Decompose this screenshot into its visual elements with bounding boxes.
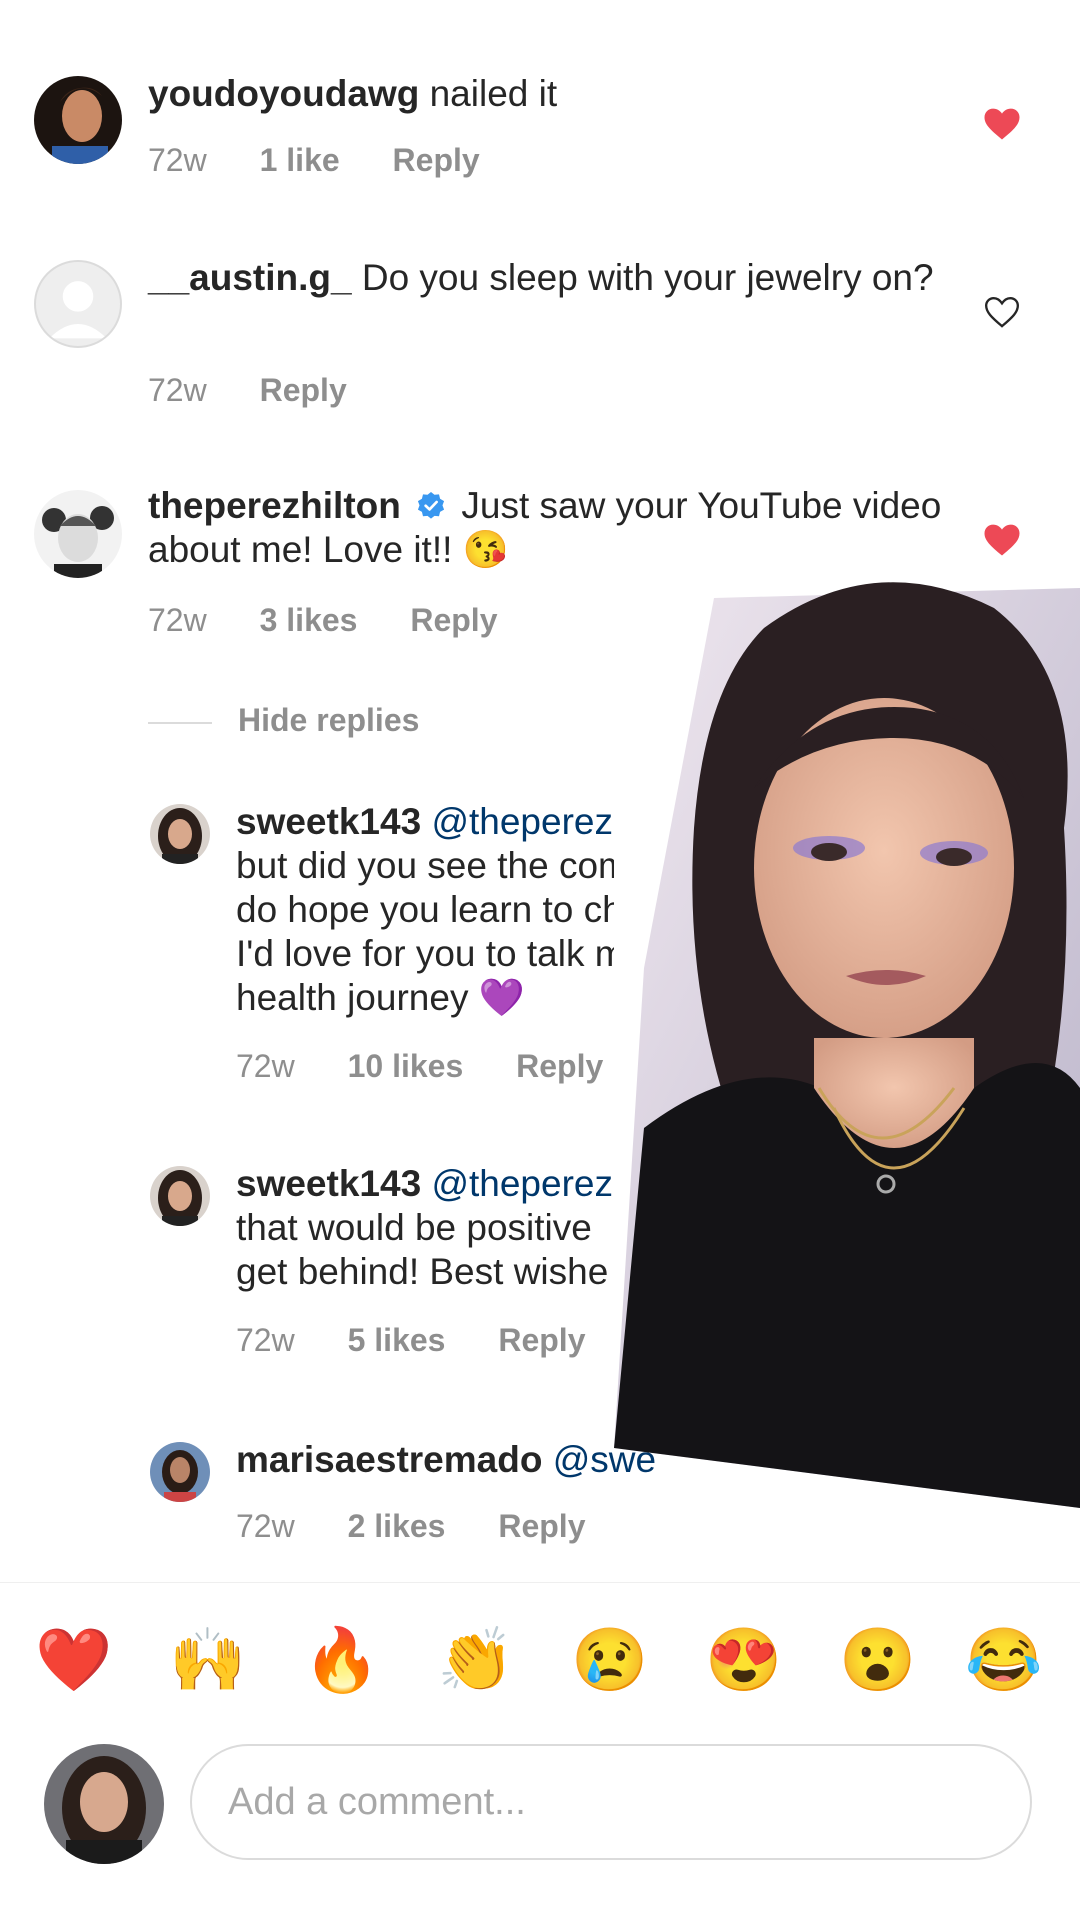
avatar[interactable] [34,76,122,164]
crying-face-emoji-button[interactable]: 😢 [570,1620,650,1700]
comment-meta: 72w 3 likes Reply [148,602,541,639]
comment-line: I'd love for you to talk more [236,933,680,974]
avatar[interactable] [34,260,122,348]
username[interactable]: __austin.g_ [148,257,352,298]
timestamp: 72w [148,602,207,638]
laughing-tears-emoji-button[interactable]: 😂 [964,1620,1044,1700]
username[interactable]: youdoyoudawg [148,73,419,114]
video-overlay-image [614,568,1080,1508]
reply-button[interactable]: Reply [410,602,497,638]
reply-button[interactable]: Reply [516,1048,603,1084]
timestamp: 72w [236,1048,295,1084]
comment-text: __austin.g_ Do you sleep with your jewel… [148,256,948,300]
likes-count[interactable]: 10 likes [348,1048,464,1084]
comment-composer [0,1740,1080,1870]
divider-line [148,721,212,724]
reply-button[interactable]: Reply [498,1508,585,1544]
username[interactable]: sweetk143 [236,801,421,842]
avatar[interactable] [150,804,210,864]
timestamp: 72w [236,1508,295,1544]
hide-replies-label: Hide replies [238,702,420,738]
comment-line: health journey 💜 [236,977,525,1018]
comment-line: that would be positive [236,1207,592,1248]
likes-count[interactable]: 1 like [260,142,340,178]
likes-count[interactable]: 3 likes [260,602,358,638]
reply-button[interactable]: Reply [393,142,480,178]
comment-input-box[interactable] [190,1744,1032,1860]
comment-meta: 72w 1 like Reply [148,142,524,179]
username[interactable]: marisaestremado [236,1439,542,1480]
heart-filled-icon[interactable] [982,104,1022,144]
heart-outline-icon[interactable] [982,292,1022,332]
comment-meta: 72w 10 likes Reply [236,1048,647,1085]
current-user-avatar [44,1744,164,1864]
comment-text: theperezhilton Just saw your YouTube vid… [148,484,948,572]
clapping-hands-emoji-button[interactable]: 👏 [436,1620,516,1700]
comment-text: youdoyoudawg nailed it [148,72,948,116]
surprised-face-emoji-button[interactable]: 😮 [838,1620,918,1700]
comment-line: get behind! Best wishe [236,1251,609,1292]
likes-count[interactable]: 5 likes [348,1322,446,1358]
divider [0,1582,1080,1583]
video-overlay [614,568,1080,1508]
timestamp: 72w [148,372,207,408]
heart-eyes-emoji-button[interactable]: 😍 [704,1620,784,1700]
hide-replies-button[interactable]: Hide replies [148,702,419,739]
reply-button[interactable]: Reply [498,1322,585,1358]
comment-meta: 72w Reply [148,372,391,409]
comment-meta: 72w 2 likes Reply [236,1508,629,1545]
fire-emoji-button[interactable]: 🔥 [302,1620,382,1700]
comment-body: nailed it [429,73,558,114]
likes-count[interactable]: 2 likes [348,1508,446,1544]
timestamp: 72w [236,1322,295,1358]
comment-body: Do you sleep with your jewelry on? [361,257,934,298]
verified-badge-icon [418,492,445,519]
avatar[interactable] [150,1442,210,1502]
comment-input[interactable] [226,1780,990,1825]
heart-filled-icon[interactable] [982,520,1022,560]
timestamp: 72w [148,142,207,178]
red-heart-emoji-button[interactable]: ❤️ [34,1620,114,1700]
emoji-reaction-bar: ❤️ 🙌 🔥 👏 😢 😍 😮 😂 [0,1620,1080,1700]
mention-link[interactable]: @theperez [431,1163,613,1204]
raising-hands-emoji-button[interactable]: 🙌 [168,1620,248,1700]
avatar[interactable] [150,1166,210,1226]
reply-button[interactable]: Reply [260,372,347,408]
username[interactable]: theperezhilton [148,485,401,526]
comment-meta: 72w 5 likes Reply [236,1322,629,1359]
avatar[interactable] [34,490,122,578]
username[interactable]: sweetk143 [236,1163,421,1204]
